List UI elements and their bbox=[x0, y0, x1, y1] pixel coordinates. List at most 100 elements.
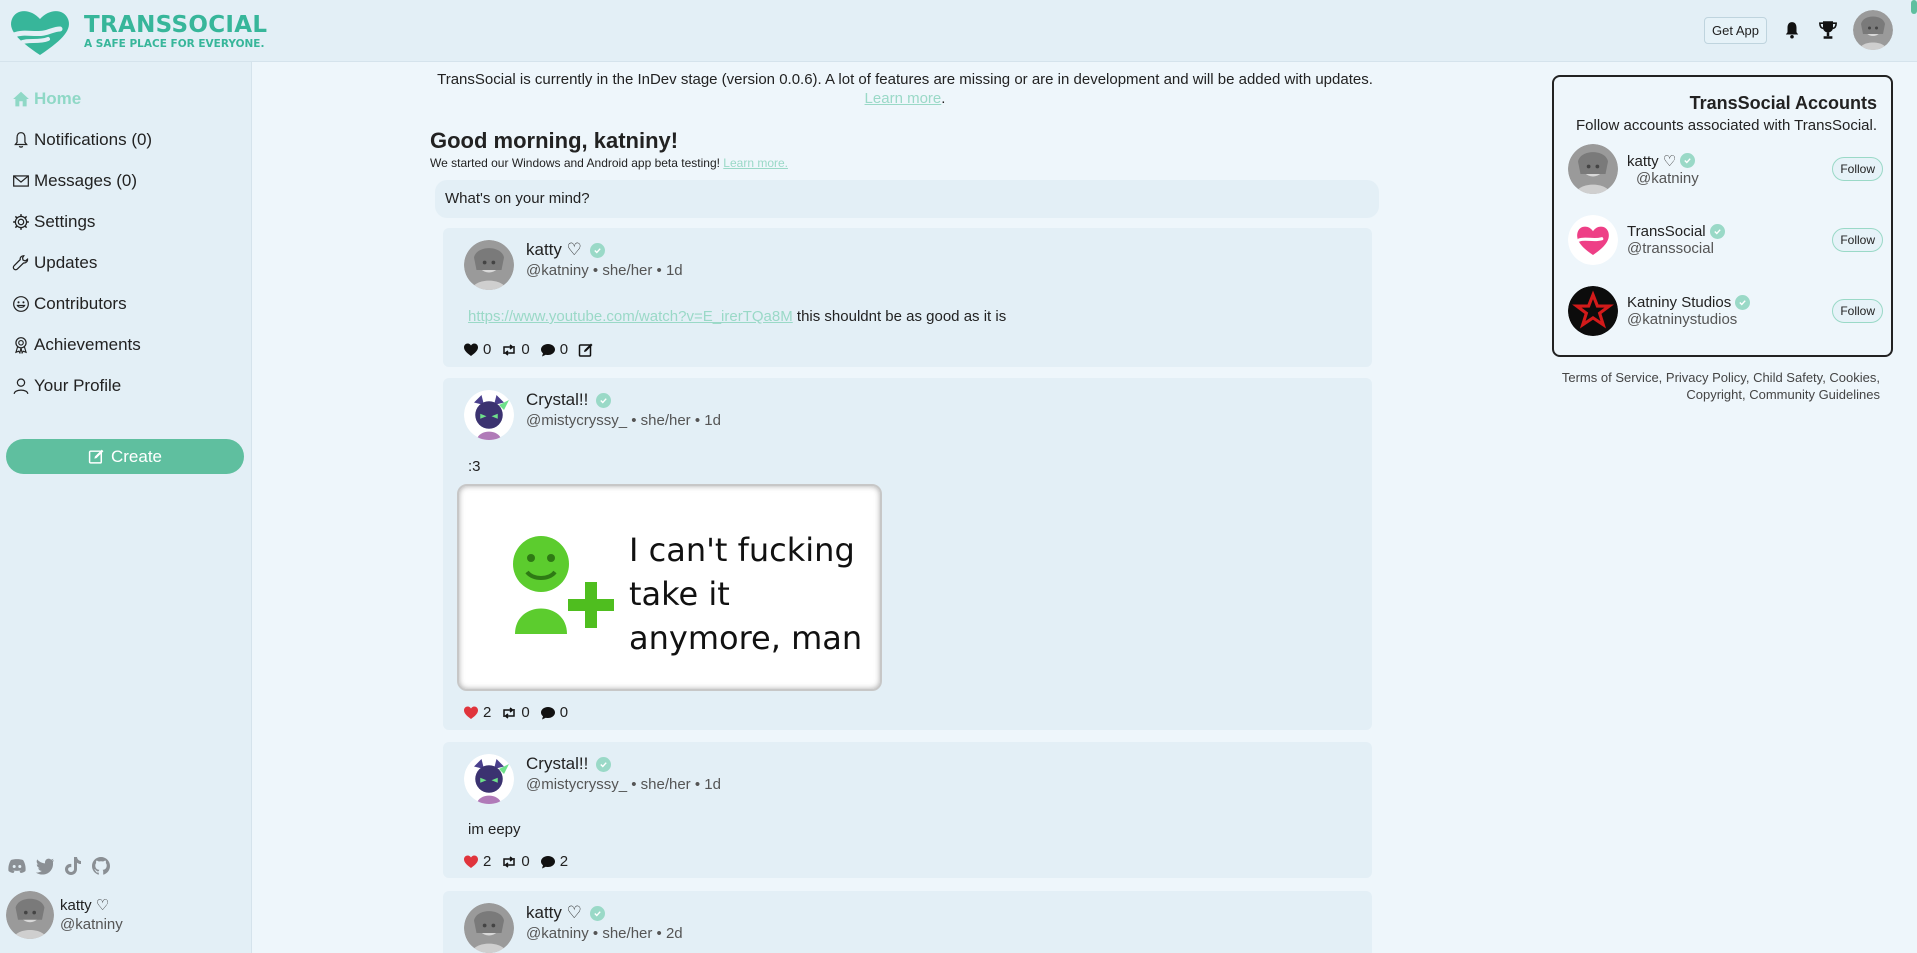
verified-icon bbox=[589, 905, 605, 921]
greeting-subtitle-text: We started our Windows and Android app b… bbox=[430, 156, 720, 170]
post-author-name[interactable]: katty ♡ bbox=[526, 240, 582, 260]
comment-icon bbox=[540, 343, 555, 356]
github-icon[interactable] bbox=[90, 855, 112, 877]
trophy-icon[interactable] bbox=[1817, 19, 1839, 41]
transsocial-accounts-panel: TransSocial Accounts Follow accounts ass… bbox=[1552, 75, 1893, 357]
post-text: this shouldnt be as good as it is bbox=[796, 308, 1007, 325]
discord-icon[interactable] bbox=[6, 855, 28, 877]
brand-logo[interactable]: TRANSSOCIAL A SAFE PLACE FOR EVERYONE. bbox=[6, 5, 267, 59]
smile-icon bbox=[13, 295, 29, 312]
get-app-button[interactable]: Get App bbox=[1704, 16, 1767, 44]
comment-count: 0 bbox=[559, 704, 569, 721]
account-name[interactable]: TransSocial bbox=[1627, 223, 1706, 240]
post-actions: 2 0 0 bbox=[463, 704, 568, 721]
like-button[interactable]: 2 bbox=[463, 853, 491, 870]
avatar[interactable] bbox=[1568, 286, 1618, 336]
heart-icon bbox=[464, 343, 478, 356]
post-text: :3 bbox=[468, 458, 481, 475]
post-author-name[interactable]: Crystal!! bbox=[526, 754, 588, 774]
avatar[interactable] bbox=[1568, 215, 1618, 265]
account-name[interactable]: katty ♡ bbox=[1627, 152, 1676, 170]
comment-button[interactable]: 0 bbox=[540, 704, 568, 721]
comment-button[interactable]: 2 bbox=[540, 853, 568, 870]
post-actions: 2 0 2 bbox=[463, 853, 568, 870]
like-count: 2 bbox=[483, 853, 492, 870]
sidebar-item-profile[interactable]: Your Profile bbox=[0, 365, 251, 406]
like-count: 0 bbox=[483, 341, 492, 358]
comment-icon bbox=[540, 706, 555, 719]
create-button-label: Create bbox=[110, 446, 163, 466]
footer-links-line-1[interactable]: Terms of Service, Privacy Policy, Child … bbox=[1540, 369, 1880, 386]
like-button[interactable]: 2 bbox=[463, 704, 491, 721]
beta-learn-more-link[interactable]: Learn more. bbox=[723, 156, 788, 170]
avatar[interactable] bbox=[1853, 10, 1893, 50]
post-image[interactable]: I can't fucking take it anymore, man bbox=[457, 484, 882, 691]
repost-count: 0 bbox=[521, 341, 530, 358]
sidebar-item-updates[interactable]: Updates bbox=[0, 242, 251, 283]
comment-count: 2 bbox=[559, 853, 569, 870]
sidebar: Home Notifications (0) Messages (0) Sett… bbox=[0, 62, 252, 953]
footer-links: Terms of Service, Privacy Policy, Child … bbox=[1540, 369, 1880, 403]
footer-links-line-2[interactable]: Copyright, Community Guidelines bbox=[1540, 386, 1880, 403]
account-handle: @katniny bbox=[1636, 169, 1699, 187]
scrollbar[interactable] bbox=[1911, 0, 1917, 14]
sidebar-item-achievements[interactable]: Achievements bbox=[0, 324, 251, 365]
repost-count: 0 bbox=[521, 704, 530, 721]
avatar[interactable] bbox=[464, 240, 514, 290]
award-icon bbox=[15, 336, 27, 354]
account-name[interactable]: Katniny Studios bbox=[1627, 294, 1731, 311]
envelope-icon bbox=[13, 174, 29, 187]
indev-notice: TransSocial is currently in the InDev st… bbox=[437, 71, 1373, 107]
post-body: https://www.youtube.com/watch?v=E_irerTQ… bbox=[468, 308, 1006, 325]
bell-icon[interactable] bbox=[1781, 19, 1803, 41]
account-handle: @katninystudios bbox=[1627, 311, 1738, 328]
follow-button[interactable]: Follow bbox=[1832, 228, 1883, 252]
social-links bbox=[6, 855, 112, 877]
post-actions: 0 0 0 bbox=[463, 341, 594, 358]
post-author-name[interactable]: katty ♡ bbox=[526, 903, 582, 923]
create-button[interactable]: Create bbox=[6, 439, 244, 474]
follow-button[interactable]: Follow bbox=[1832, 157, 1883, 181]
like-button[interactable]: 0 bbox=[463, 341, 491, 358]
sidebar-nav: Home Notifications (0) Messages (0) Sett… bbox=[0, 62, 251, 406]
sidebar-item-contributors[interactable]: Contributors bbox=[0, 283, 251, 324]
current-user[interactable]: katty ♡ @katniny bbox=[6, 891, 123, 939]
gear-icon bbox=[13, 213, 29, 230]
compose-input[interactable]: What's on your mind? bbox=[435, 180, 1379, 218]
sidebar-item-home[interactable]: Home bbox=[0, 78, 251, 119]
verified-icon bbox=[589, 242, 605, 258]
post-meta: @mistycryssy_ • she/her • 1d bbox=[526, 412, 721, 429]
bell-icon bbox=[14, 131, 28, 148]
follow-button[interactable]: Follow bbox=[1832, 299, 1883, 323]
comment-button[interactable]: 0 bbox=[540, 341, 568, 358]
tiktok-icon[interactable] bbox=[62, 855, 84, 877]
avatar[interactable] bbox=[1568, 144, 1618, 194]
repost-button[interactable]: 0 bbox=[501, 341, 530, 358]
sidebar-item-label: Updates bbox=[34, 252, 98, 272]
edit-icon bbox=[578, 343, 593, 357]
add-friend-icon bbox=[513, 536, 614, 634]
edit-post-button[interactable] bbox=[578, 342, 594, 358]
sidebar-item-notifications[interactable]: Notifications (0) bbox=[0, 119, 251, 160]
twitter-icon[interactable] bbox=[34, 855, 56, 877]
main-feed: TransSocial is currently in the InDev st… bbox=[430, 62, 1380, 218]
post-card[interactable]: katty ♡ @katniny • she/her • 2d bbox=[443, 891, 1372, 953]
avatar[interactable] bbox=[464, 754, 514, 804]
post-text: im eepy bbox=[468, 821, 521, 838]
sidebar-item-messages[interactable]: Messages (0) bbox=[0, 160, 251, 201]
post-meta: @katniny • she/her • 1d bbox=[526, 262, 683, 279]
post-card[interactable]: Crystal!! @mistycryssy_ • she/her • 1d i… bbox=[443, 742, 1372, 878]
post-author-name[interactable]: Crystal!! bbox=[526, 390, 588, 410]
post-card[interactable]: katty ♡ @katniny • she/her • 1d https://… bbox=[443, 228, 1372, 367]
learn-more-link[interactable]: Learn more bbox=[865, 90, 942, 107]
post-card[interactable]: Crystal!! @mistycryssy_ • she/her • 1d :… bbox=[443, 378, 1372, 730]
sidebar-item-settings[interactable]: Settings bbox=[0, 201, 251, 242]
avatar[interactable] bbox=[464, 903, 514, 953]
repost-button[interactable]: 0 bbox=[501, 704, 530, 721]
comment-icon bbox=[540, 855, 555, 868]
like-count: 2 bbox=[483, 704, 492, 721]
current-user-name: katty ♡ bbox=[60, 897, 110, 914]
repost-button[interactable]: 0 bbox=[501, 853, 530, 870]
avatar[interactable] bbox=[464, 390, 514, 440]
post-link[interactable]: https://www.youtube.com/watch?v=E_irerTQ… bbox=[468, 308, 793, 325]
